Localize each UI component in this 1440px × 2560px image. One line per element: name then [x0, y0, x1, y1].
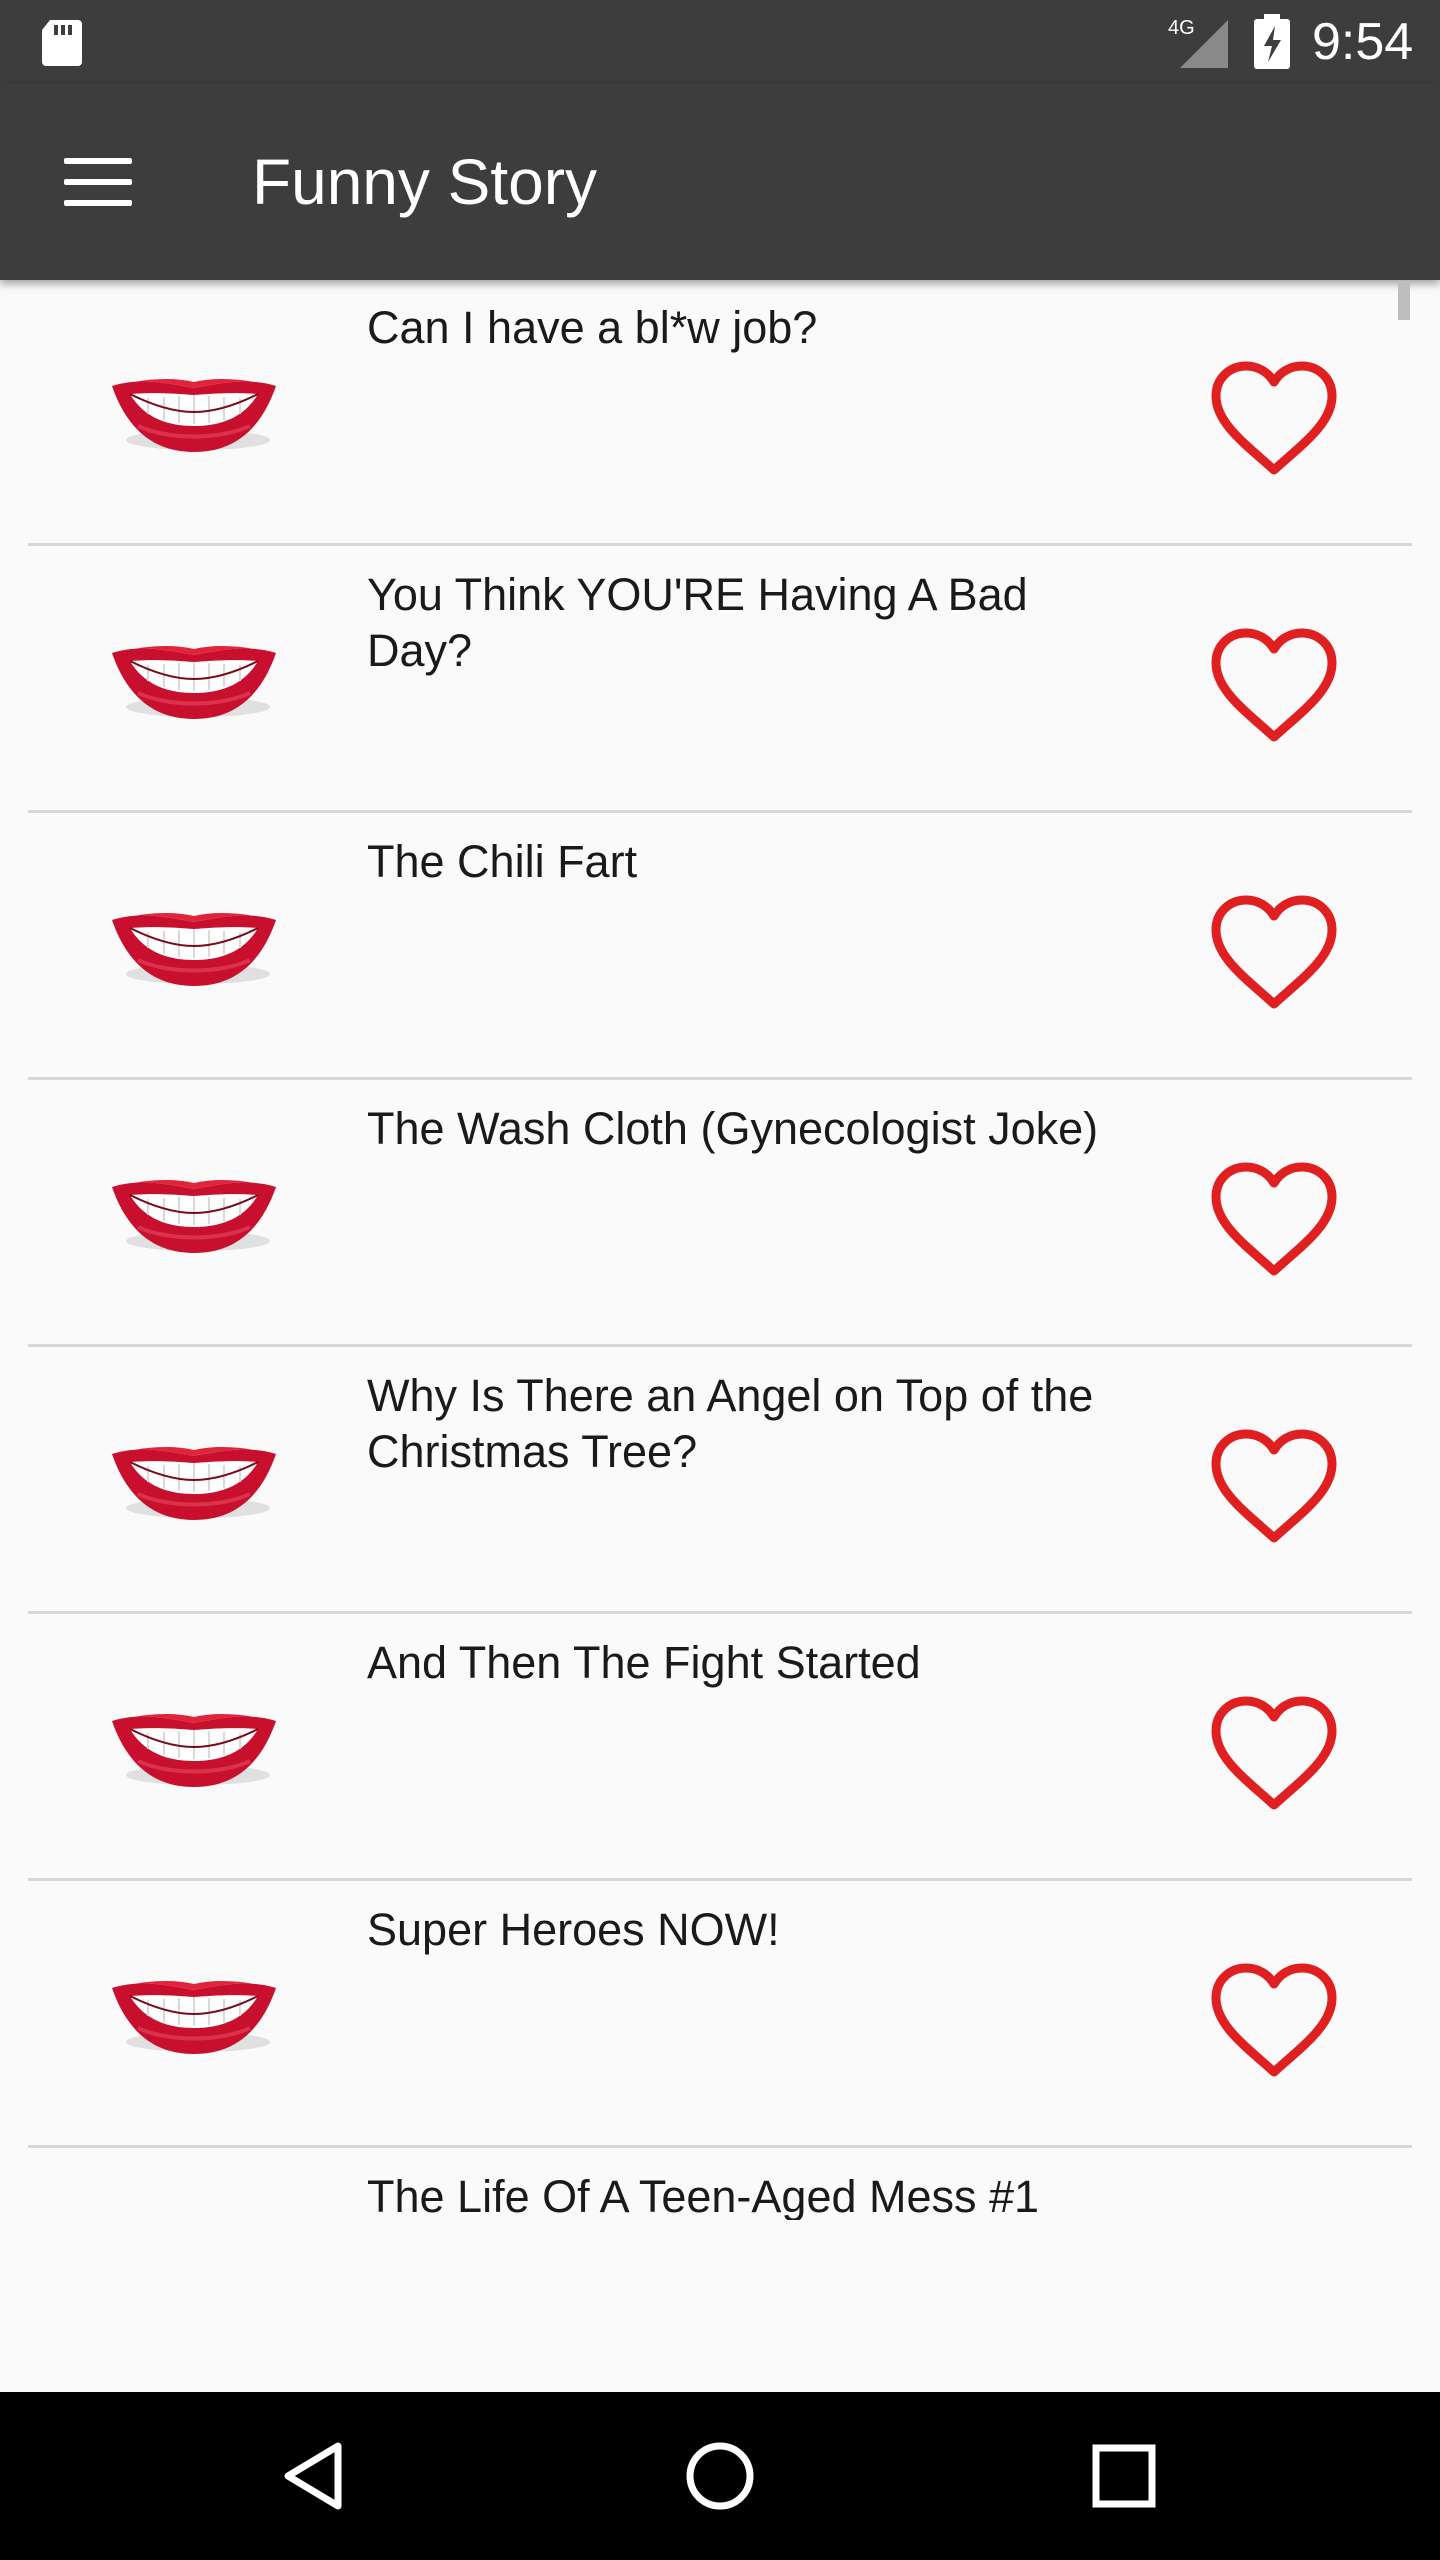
row-divider [28, 810, 1412, 813]
recents-icon[interactable] [1080, 2432, 1168, 2520]
heart-outline-icon[interactable] [1208, 1426, 1340, 1548]
app-bar: Funny Story [0, 84, 1440, 280]
battery-charging-icon [1254, 14, 1290, 69]
scrollbar-thumb[interactable] [1398, 282, 1410, 320]
lips-icon [112, 646, 276, 719]
heart-outline-icon[interactable] [1208, 1159, 1340, 1281]
story-list-item[interactable]: The Wash Cloth (Gynecologist Joke) [0, 1081, 1440, 1347]
back-icon[interactable] [272, 2432, 360, 2520]
story-title: Super Heroes NOW! [367, 1904, 780, 1955]
story-title: The Wash Cloth (Gynecologist Joke) [367, 1103, 1099, 1154]
story-title: Can I have a bl*w job? [367, 302, 818, 353]
system-nav-bar [0, 2392, 1440, 2560]
heart-outline-icon[interactable] [1208, 892, 1340, 1014]
row-divider [28, 1611, 1412, 1614]
lips-icon [112, 913, 276, 986]
row-divider [28, 1878, 1412, 1881]
heart-outline-icon[interactable] [1208, 625, 1340, 747]
lips-icon [112, 1447, 276, 1520]
story-list-item[interactable]: Can I have a bl*w job? [0, 280, 1440, 546]
story-list-item[interactable]: Super Heroes NOW! [0, 1882, 1440, 2148]
row-divider [28, 2145, 1412, 2148]
story-list-item[interactable]: And Then The Fight Started [0, 1615, 1440, 1881]
story-title: Why Is There an Angel on Top of the Chri… [367, 1370, 1094, 1477]
story-list-item[interactable]: Why Is There an Angel on Top of the Chri… [0, 1348, 1440, 1614]
heart-outline-icon[interactable] [1208, 1693, 1340, 1815]
story-title: The Chili Fart [367, 836, 638, 887]
heart-outline-icon[interactable] [1208, 358, 1340, 480]
story-list-item[interactable]: The Chili Fart [0, 814, 1440, 1080]
story-title: The Life Of A Teen-Aged Mess #1 [367, 2171, 1040, 2220]
page-title: Funny Story [252, 146, 598, 218]
lips-icon [112, 1714, 276, 1787]
row-divider [28, 543, 1412, 546]
heart-outline-icon[interactable] [1208, 1960, 1340, 2082]
lips-icon [112, 1180, 276, 1253]
network-type-label: 4G [1168, 17, 1195, 39]
story-title: And Then The Fight Started [367, 1637, 921, 1688]
lips-icon [112, 1981, 276, 2054]
sd-card-icon [42, 20, 82, 66]
story-list[interactable]: Can I have a bl*w job? You Think YOU'RE … [0, 280, 1440, 2220]
story-list-item[interactable]: You Think YOU'RE Having A Bad Day? [0, 547, 1440, 813]
hamburger-menu-icon[interactable] [64, 158, 132, 206]
story-list-item[interactable]: The Life Of A Teen-Aged Mess #1 [0, 2149, 1440, 2220]
home-icon[interactable] [676, 2432, 764, 2520]
status-bar: 4G 9:54 [0, 0, 1440, 84]
row-divider [28, 1344, 1412, 1347]
story-title: You Think YOU'RE Having A Bad Day? [367, 569, 1028, 676]
cell-signal-icon: 4G [1168, 17, 1228, 68]
status-clock: 9:54 [1312, 13, 1414, 71]
row-divider [28, 1077, 1412, 1080]
lips-icon [112, 379, 276, 452]
